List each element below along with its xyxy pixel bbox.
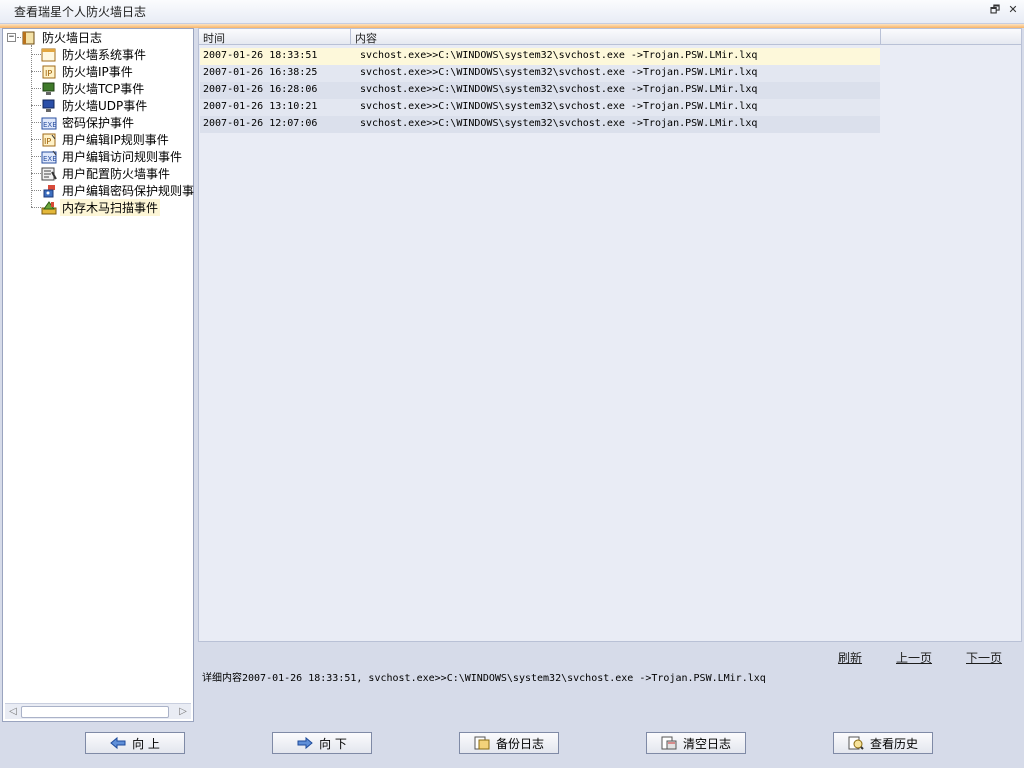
- tree-item-system[interactable]: 防火墙系统事件: [41, 46, 148, 63]
- row-content: svchost.exe>>C:\WINDOWS\system32\svchost…: [360, 101, 758, 112]
- backup-log-button[interactable]: 备份日志: [459, 732, 559, 754]
- tree-item-config[interactable]: 用户配置防火墙事件: [41, 165, 172, 182]
- close-icon[interactable]: ✕: [1006, 3, 1020, 17]
- tree-item-label: 用户编辑访问规则事件: [62, 150, 183, 164]
- exe-icon: EXE: [41, 116, 57, 130]
- table-row[interactable]: 2007-01-26 12:07:06 svchost.exe>>C:\WIND…: [200, 116, 880, 133]
- arrow-left-icon: [110, 736, 126, 750]
- tree-item-ip[interactable]: IP 防火墙IP事件: [41, 63, 135, 80]
- grid-header: 时间 内容: [199, 29, 1021, 45]
- table-row[interactable]: 2007-01-26 13:10:21 svchost.exe>>C:\WIND…: [200, 99, 880, 116]
- up-button-label: 向 上: [132, 736, 160, 751]
- row-time: 2007-01-26 16:38:25: [203, 67, 318, 78]
- down-button[interactable]: 向 下: [272, 732, 372, 754]
- view-history-label: 查看历史: [869, 736, 918, 751]
- clear-log-button[interactable]: 清空日志: [646, 732, 746, 754]
- row-time: 2007-01-26 16:28:06: [203, 84, 318, 95]
- log-grid: 时间 内容 2007-01-26 18:33:51 svchost.exe>>C…: [198, 28, 1022, 642]
- monitor-icon: [41, 99, 57, 113]
- scroll-thumb[interactable]: [21, 706, 169, 718]
- backup-log-label: 备份日志: [495, 736, 544, 751]
- column-header-time[interactable]: 时间: [203, 30, 225, 46]
- scroll-right-icon[interactable]: ▷: [176, 705, 190, 719]
- tree-item-access-rule[interactable]: EXE 用户编辑访问规则事件: [41, 148, 184, 165]
- tree-item-password[interactable]: EXE 密码保护事件: [41, 114, 136, 131]
- tree-item-label: 密码保护事件: [62, 116, 135, 130]
- row-content: svchost.exe>>C:\WINDOWS\system32\svchost…: [360, 84, 758, 95]
- window-title: 查看瑞星个人防火墙日志: [14, 5, 147, 19]
- window-icon: [41, 48, 57, 62]
- history-icon: [848, 736, 864, 750]
- table-row[interactable]: 2007-01-26 16:28:06 svchost.exe>>C:\WIND…: [200, 82, 880, 99]
- key-icon: [41, 184, 57, 198]
- restore-icon[interactable]: 🗗: [988, 3, 1002, 17]
- scan-icon: [41, 200, 57, 215]
- exe-edit-icon: EXE: [41, 150, 57, 164]
- tree-item-label: 用户编辑密码保护规则事: [62, 184, 195, 198]
- tree-item-password-rule[interactable]: 用户编辑密码保护规则事: [41, 182, 196, 199]
- scroll-left-icon[interactable]: ◁: [6, 705, 20, 719]
- view-history-button[interactable]: 查看历史: [833, 732, 933, 754]
- up-button[interactable]: 向 上: [85, 732, 185, 754]
- tree-item-ip-rule[interactable]: IP 用户编辑IP规则事件: [41, 131, 171, 148]
- column-separator: [350, 29, 351, 44]
- svg-text:IP: IP: [45, 69, 52, 78]
- tree-item-tcp[interactable]: 防火墙TCP事件: [41, 80, 146, 97]
- svg-text:EXE: EXE: [43, 121, 57, 129]
- tree-item-udp[interactable]: 防火墙UDP事件: [41, 97, 149, 114]
- refresh-link[interactable]: 刷新: [838, 649, 862, 666]
- tree-item-label: 用户配置防火墙事件: [62, 167, 171, 181]
- column-header-content[interactable]: 内容: [355, 30, 377, 46]
- column-separator: [880, 29, 881, 44]
- tree-item-label: 用户编辑IP规则事件: [62, 133, 169, 147]
- tree-item-label: 防火墙TCP事件: [62, 82, 145, 96]
- row-time: 2007-01-26 13:10:21: [203, 101, 318, 112]
- row-content: svchost.exe>>C:\WINDOWS\system32\svchost…: [360, 50, 758, 61]
- book-icon: [21, 31, 37, 45]
- config-icon: [41, 167, 57, 181]
- backup-icon: [474, 736, 490, 750]
- tree-root[interactable]: 防火墙日志: [21, 29, 104, 46]
- svg-text:EXE: EXE: [43, 155, 57, 163]
- tree-panel: − 防火墙日志 防火墙系统事件 IP 防火墙IP事件 防火墙TCP事件 防火墙U: [2, 28, 194, 722]
- ip-edit-icon: IP: [41, 133, 57, 147]
- table-row[interactable]: 2007-01-26 16:38:25 svchost.exe>>C:\WIND…: [200, 65, 880, 82]
- tree-expander[interactable]: −: [7, 33, 16, 42]
- svg-text:IP: IP: [44, 137, 51, 146]
- detail-text: 详细内容2007-01-26 18:33:51, svchost.exe>>C:…: [202, 673, 766, 684]
- tree-horizontal-scrollbar[interactable]: ◁ ▷: [5, 703, 191, 719]
- tree-item-label: 防火墙系统事件: [62, 48, 147, 62]
- tree-root-label: 防火墙日志: [42, 31, 103, 45]
- tree-item-label: 防火墙UDP事件: [62, 99, 148, 113]
- clear-log-label: 清空日志: [682, 736, 731, 751]
- row-content: svchost.exe>>C:\WINDOWS\system32\svchost…: [360, 118, 758, 129]
- tree-item-label: 内存木马扫描事件: [60, 199, 161, 216]
- row-content: svchost.exe>>C:\WINDOWS\system32\svchost…: [360, 67, 758, 78]
- down-button-label: 向 下: [319, 736, 347, 751]
- row-time: 2007-01-26 12:07:06: [203, 118, 318, 129]
- monitor-icon: [41, 82, 57, 96]
- tree-item-memory-scan[interactable]: 内存木马扫描事件: [41, 199, 161, 216]
- title-bar: 查看瑞星个人防火墙日志 🗗 ✕: [0, 0, 1024, 24]
- tree-item-label: 防火墙IP事件: [62, 65, 133, 79]
- table-row[interactable]: 2007-01-26 18:33:51 svchost.exe>>C:\WIND…: [200, 48, 880, 65]
- arrow-right-icon: [297, 736, 313, 750]
- detail-area: 刷新 上一页 下一页 详细内容2007-01-26 18:33:51, svch…: [198, 642, 1022, 722]
- clear-icon: [661, 736, 677, 750]
- prev-page-link[interactable]: 上一页: [896, 649, 932, 666]
- ip-icon: IP: [41, 65, 57, 79]
- row-time: 2007-01-26 18:33:51: [203, 50, 318, 61]
- next-page-link[interactable]: 下一页: [966, 649, 1002, 666]
